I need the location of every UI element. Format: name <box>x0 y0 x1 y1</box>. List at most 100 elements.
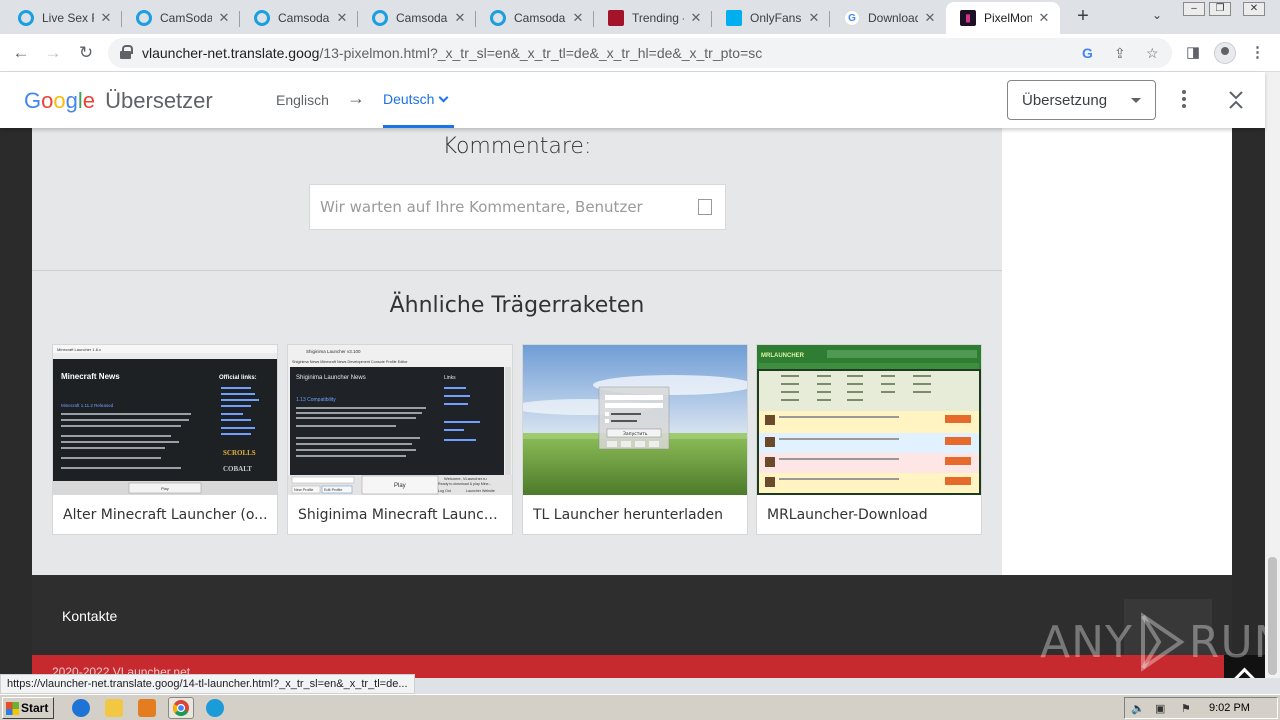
tab-title: OnlyFans l <box>750 11 802 25</box>
contacts-link[interactable]: Kontakte <box>62 608 117 624</box>
restore-window-button[interactable]: ❐ <box>1209 2 1231 16</box>
browser-tab[interactable]: OnlyFans l ✕ <box>712 2 830 34</box>
launcher-card[interactable]: Запустить TL Launcher herunterladen <box>522 344 748 535</box>
browser-toolbar: ← → ↻ vlauncher-net.translate.goog/13-pi… <box>0 34 1280 72</box>
target-language-dropdown[interactable]: Deutsch <box>383 91 449 107</box>
url-text[interactable]: vlauncher-net.translate.goog/13-pixelmon… <box>142 45 762 61</box>
browser-menu-icon[interactable]: ⋮ <box>1250 43 1265 61</box>
close-tab-icon[interactable]: ✕ <box>570 10 586 26</box>
close-tab-icon[interactable]: ✕ <box>688 10 704 26</box>
camsoda-icon <box>254 10 270 26</box>
browser-tab[interactable]: Trending - l ✕ <box>594 2 712 34</box>
tab-title: Camsoda.c <box>396 11 448 25</box>
minimize-window-button[interactable]: ‒ <box>1183 2 1205 16</box>
launcher-thumbnail[interactable]: Minecraft Launcher 1.6.x Minecraft News … <box>53 345 277 495</box>
network-icon[interactable]: ▣ <box>1155 702 1169 715</box>
close-window-button[interactable]: ✕ <box>1243 2 1265 16</box>
browser-tab[interactable]: Camsoda.c ✕ <box>240 2 358 34</box>
browser-tab-active[interactable]: ▮ PixelMon L ✕ <box>946 2 1060 34</box>
camsoda-icon <box>490 10 506 26</box>
close-tab-icon[interactable]: ✕ <box>98 10 114 26</box>
scrollbar-thumb[interactable] <box>1268 557 1277 675</box>
svg-text:Shiginima News Minecraft New: Shiginima News Minecraft News Developmen… <box>292 360 408 364</box>
comment-input[interactable]: Wir warten auf Ihre Kommentare, Benutzer <box>309 184 726 230</box>
launcher-card[interactable]: Shiginima Launcher v3.100 Shiginima News… <box>287 344 513 535</box>
forward-button[interactable]: → <box>42 42 64 64</box>
close-tab-icon[interactable]: ✕ <box>334 10 350 26</box>
active-language-indicator <box>383 125 454 128</box>
launcher-card-title[interactable]: TL Launcher herunterladen <box>533 507 739 523</box>
chrome-taskbar-button[interactable] <box>168 697 194 719</box>
translator-product-name: Übersetzer <box>105 88 213 113</box>
mrlauncher-screenshot: MRLAUNCHER <box>757 345 981 495</box>
onlyfans-icon <box>726 10 742 26</box>
svg-text:Minecraft Launcher 1.6.x: Minecraft Launcher 1.6.x <box>57 347 101 352</box>
browser-tab[interactable]: G Download ( ✕ <box>830 2 946 34</box>
svg-text:SCROLLS: SCROLLS <box>223 449 256 457</box>
edge-icon[interactable] <box>206 699 224 717</box>
launcher-thumbnail[interactable]: Shiginima Launcher v3.100 Shiginima News… <box>288 345 512 495</box>
source-language[interactable]: Englisch <box>276 92 329 108</box>
close-tab-icon[interactable]: ✕ <box>216 10 232 26</box>
close-tab-icon[interactable]: ✕ <box>1036 10 1052 26</box>
lock-icon[interactable] <box>120 45 133 59</box>
start-button[interactable]: Start <box>2 697 54 719</box>
svg-text:Welcome, VLauncher.ru: Welcome, VLauncher.ru <box>444 476 487 481</box>
windows-taskbar: Start 🔈 ▣ ⚑ 9:02 PM <box>0 694 1280 720</box>
translation-view-select[interactable]: Übersetzung <box>1007 80 1156 120</box>
launcher-card-title[interactable]: Shiginima Minecraft Launch... <box>298 507 504 523</box>
comment-checkbox[interactable] <box>698 199 712 215</box>
page-scrollbar[interactable] <box>1265 72 1280 678</box>
collapse-toolbar-icon[interactable] <box>1226 88 1246 112</box>
play-logo-icon <box>1140 612 1185 672</box>
reload-button[interactable]: ↻ <box>75 42 97 64</box>
google-icon: G <box>844 10 860 26</box>
launcher-card[interactable]: MRLAUNCHER MRLauncher-Download <box>756 344 982 535</box>
action-center-flag-icon[interactable]: ⚑ <box>1181 702 1195 715</box>
clock[interactable]: 9:02 PM <box>1209 702 1250 714</box>
main-content: Kommentare: Wir warten auf Ihre Kommenta… <box>32 72 1002 575</box>
more-options-icon[interactable] <box>1180 90 1188 110</box>
share-icon[interactable]: ⇪ <box>1114 45 1126 62</box>
google-translate-logo[interactable]: Google Übersetzer <box>24 88 213 114</box>
svg-text:Shiginima Launcher News: Shiginima Launcher News <box>296 375 366 381</box>
media-player-icon[interactable] <box>138 699 156 717</box>
browser-tab[interactable]: Live Sex Fr ✕ <box>4 2 122 34</box>
camsoda-icon <box>18 10 34 26</box>
svg-text:Minecraft News: Minecraft News <box>61 372 120 381</box>
similar-launchers-heading: Ähnliche Trägerraketen <box>389 293 645 318</box>
file-explorer-icon[interactable] <box>105 699 123 717</box>
close-tab-icon[interactable]: ✕ <box>452 10 468 26</box>
system-tray: 🔈 ▣ ⚑ 9:02 PM <box>1124 697 1278 719</box>
svg-text:Log Out: Log Out <box>438 489 451 493</box>
volume-icon[interactable]: 🔈 <box>1131 702 1145 715</box>
google-translate-bar: Google Übersetzer Englisch → Deutsch Übe… <box>0 72 1265 128</box>
internet-explorer-icon[interactable] <box>72 699 90 717</box>
close-tab-icon[interactable]: ✕ <box>922 10 938 26</box>
new-tab-button[interactable]: + <box>1072 5 1094 27</box>
tab-title: PixelMon L <box>984 11 1032 25</box>
back-button[interactable]: ← <box>10 42 32 64</box>
browser-tab[interactable]: Camsoda.c ✕ <box>476 2 594 34</box>
trending-site-icon <box>608 10 624 26</box>
launcher-card[interactable]: Minecraft Launcher 1.6.x Minecraft News … <box>52 344 278 535</box>
svg-text:Shiginima Launcher v3.100: Shiginima Launcher v3.100 <box>306 349 361 354</box>
bookmark-star-icon[interactable]: ☆ <box>1146 45 1159 62</box>
address-bar[interactable]: vlauncher-net.translate.goog/13-pixelmon… <box>108 38 1172 68</box>
svg-text:Edit Profile: Edit Profile <box>324 488 342 492</box>
launcher-card-title[interactable]: Alter Minecraft Launcher (o... <box>63 507 269 523</box>
svg-text:Play: Play <box>161 486 169 491</box>
svg-text:COBALT: COBALT <box>223 465 252 473</box>
tab-search-chevron-icon[interactable]: ⌄ <box>1152 8 1162 22</box>
browser-tab[interactable]: CamSoda.c ✕ <box>122 2 240 34</box>
side-panel-icon[interactable]: ◨ <box>1186 43 1200 61</box>
launcher-thumbnail[interactable]: MRLAUNCHER <box>757 345 981 495</box>
browser-tab[interactable]: Camsoda.c ✕ <box>358 2 476 34</box>
google-translate-icon[interactable]: G <box>1082 45 1093 61</box>
profile-avatar[interactable] <box>1214 42 1236 64</box>
launcher-card-title[interactable]: MRLauncher-Download <box>767 507 973 523</box>
arrow-right-icon: → <box>347 88 365 108</box>
launcher-thumbnail[interactable]: Запустить <box>523 345 747 495</box>
close-tab-icon[interactable]: ✕ <box>806 10 822 26</box>
tab-title: CamSoda.c <box>160 11 212 25</box>
